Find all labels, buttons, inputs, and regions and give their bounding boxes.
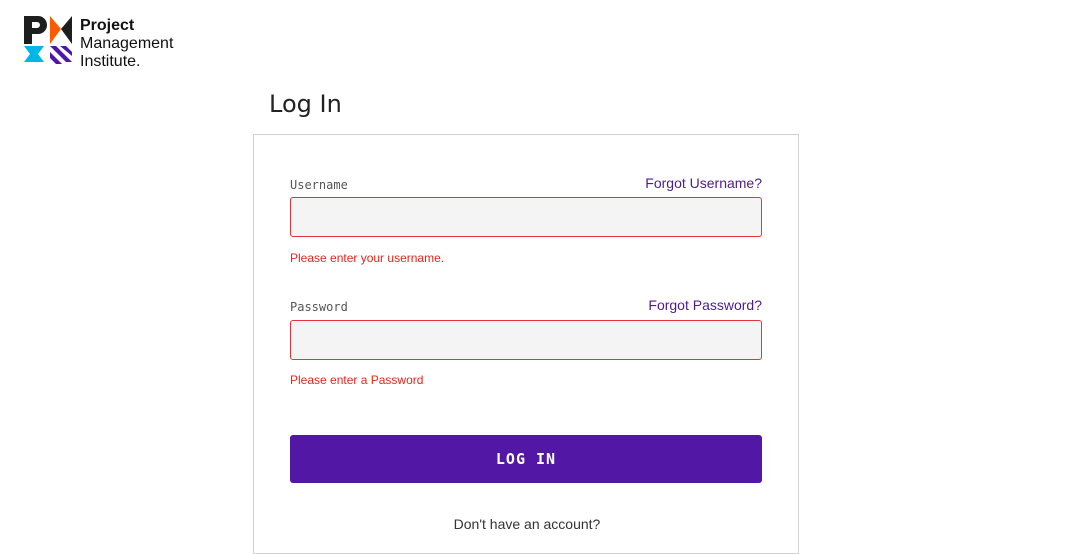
logo-line-management: Management [80, 35, 174, 52]
page-title: Log In [269, 90, 342, 118]
forgot-password-link[interactable]: Forgot Password? [648, 297, 762, 313]
login-card: Username Forgot Username? Please enter y… [253, 134, 799, 554]
password-input[interactable] [290, 320, 762, 360]
username-input[interactable] [290, 197, 762, 237]
logo-line-project: Project [80, 17, 135, 34]
pmi-logo[interactable]: Project Management Institute. [24, 16, 173, 74]
forgot-username-link[interactable]: Forgot Username? [645, 175, 762, 191]
login-button[interactable]: LOG IN [290, 435, 762, 483]
password-error: Please enter a Password [290, 373, 424, 387]
username-error: Please enter your username. [290, 251, 445, 265]
logo-line-institute: Institute. [80, 53, 141, 70]
password-label: Password [290, 300, 348, 314]
pmi-logo-icon [24, 16, 72, 64]
signup-prompt: Don't have an account? [453, 516, 601, 532]
logo-wordmark: Project Management Institute. [80, 17, 173, 71]
username-label: Username [290, 178, 348, 192]
